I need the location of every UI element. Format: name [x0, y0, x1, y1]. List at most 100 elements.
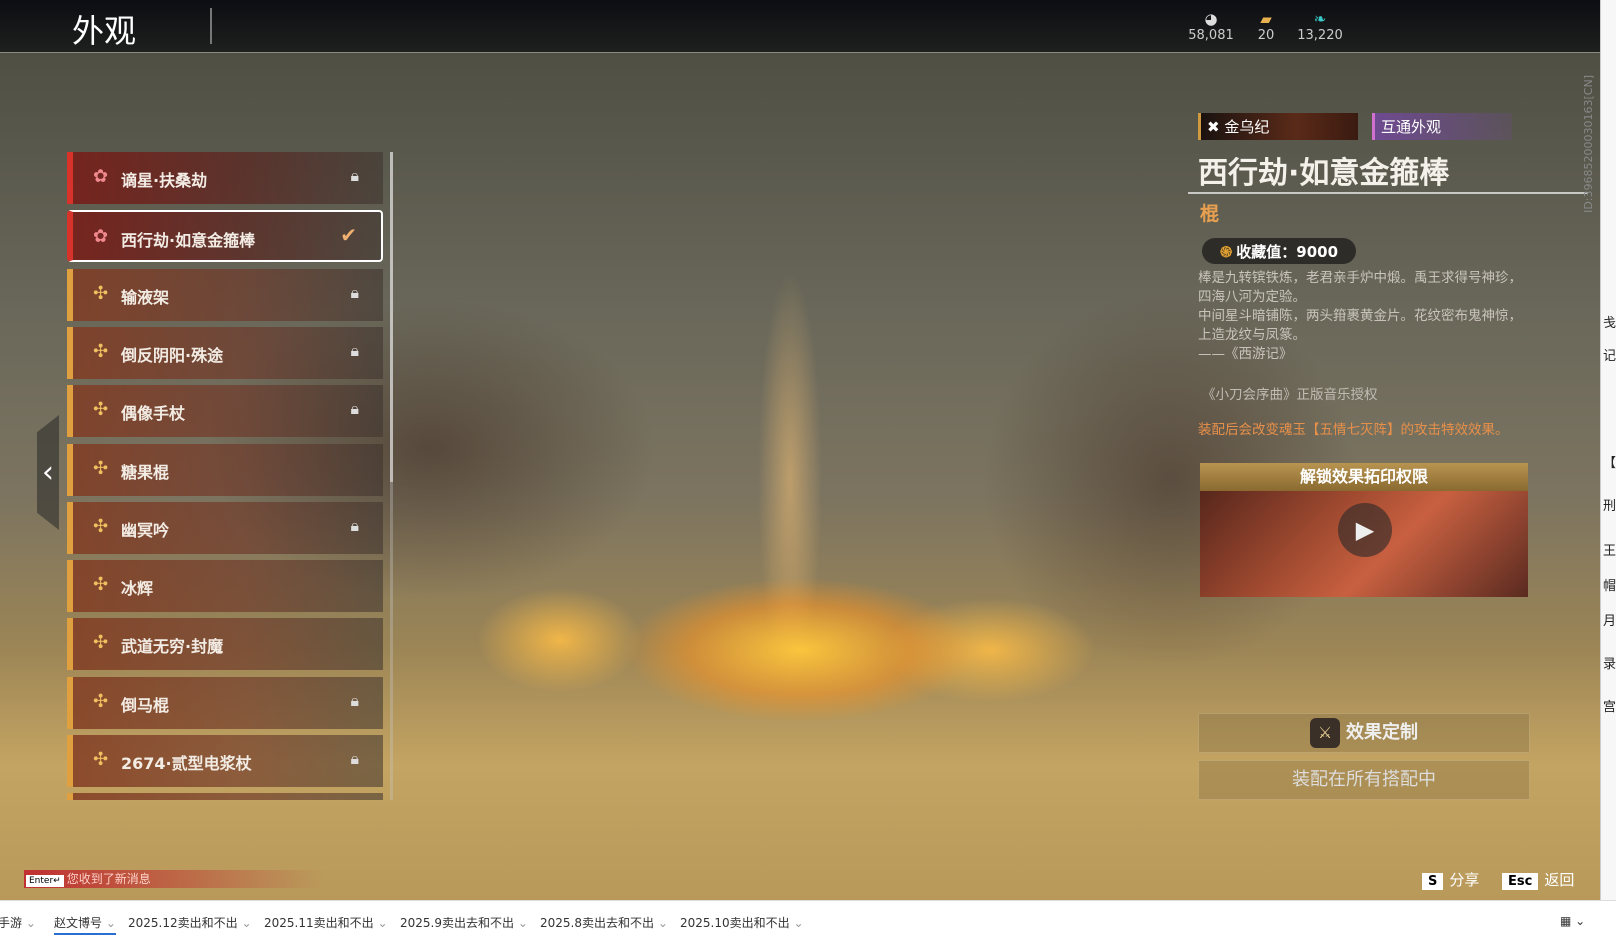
play-icon[interactable]: ▶	[1338, 503, 1392, 557]
sheet-tab-label: 2025.11卖出和不出	[264, 916, 374, 930]
equip-all-button[interactable]: 装配在所有搭配中	[1198, 760, 1530, 800]
list-item[interactable]: ✣ 幽冥吟 🔒︎	[67, 501, 383, 554]
game-viewport: 外观 ◕ 58,081 ▰ 20 ❧ 13,220 ‹ ✿ 谪星·扶桑劫 🔒︎ ✿ 西行劫·如…	[0, 0, 1600, 900]
item-label: 谪星·扶桑劫	[121, 171, 208, 190]
item-label: 武道无穷·封魔	[121, 637, 224, 657]
key-label: 返回	[1544, 871, 1575, 889]
list-item[interactable]: ✣ 武道无穷·封魔	[67, 618, 383, 671]
effect-note: 装配后会改变魂玉【五情七灭阵】的攻击特效效果。	[1198, 422, 1509, 438]
lock-icon: 🔒︎	[350, 690, 359, 710]
grid-view-icon[interactable]: ▦ ⌄	[1560, 914, 1585, 928]
check-icon: ✔	[340, 223, 357, 248]
sheet-tab[interactable]: 2025.8卖出去和不出 ⌄	[540, 914, 668, 931]
list-item[interactable]: ✣ 倒反阴阳·殊途 🔒︎	[67, 326, 383, 379]
cell-fragment: 戋	[1603, 316, 1616, 331]
key-hint: Esc	[1502, 873, 1539, 890]
sheet-tab-bar: 手游 ⌄ 赵文博号 ⌄ 2025.12卖出和不出 ⌄ 2025.11卖出和不出 ⌄ 20…	[0, 900, 1616, 939]
chevron-down-icon: ⌄	[657, 916, 668, 930]
key-hint: S	[1422, 873, 1444, 890]
flower-icon: ✣	[93, 282, 109, 304]
divider	[210, 8, 212, 44]
item-label: 倒反阴阳·殊途	[121, 345, 224, 365]
cell-fragment: 【报	[1603, 456, 1616, 471]
sheet-tab-label: 赵文博号	[54, 916, 103, 930]
series-icon: ✖	[1207, 118, 1225, 136]
item-type: 棍	[1200, 203, 1220, 225]
item-label: 幽冥吟	[121, 520, 170, 540]
sheet-tab[interactable]: 2025.12卖出和不出 ⌄	[128, 914, 252, 931]
sheet-tab[interactable]: 手游 ⌄	[0, 914, 36, 931]
currency-value: 13,220	[1297, 28, 1343, 43]
sheet-tab[interactable]: 2025.9卖出去和不出 ⌄	[400, 914, 528, 931]
lock-icon: 🔒︎	[350, 282, 359, 302]
list-item[interactable]	[67, 793, 383, 800]
flower-icon: ✣	[93, 574, 109, 596]
list-item[interactable]: ✿ 西行劫·如意金箍棒 ✔	[67, 210, 383, 263]
cell-fragment: 王儿	[1603, 544, 1616, 559]
sheet-tab-label: 2025.8卖出去和不出	[540, 916, 654, 930]
list-item[interactable]: ✣ 输液架 🔒︎	[67, 268, 383, 321]
cell-fragment: 宫(	[1603, 700, 1616, 715]
cell-fragment: 帽	[1603, 579, 1616, 594]
notice-text: 您收到了新消息	[66, 872, 151, 886]
item-label: 冰辉	[121, 579, 154, 599]
item-name: 西行劫·如意金箍棒	[1198, 156, 1450, 191]
flower-icon: ✣	[93, 690, 109, 712]
lock-icon: 🔒︎	[350, 515, 359, 535]
description-line: 中间星斗暗铺陈，两头箝裹黄金片。花纹密布鬼神惊，上造龙纹与凤篆。	[1198, 308, 1522, 343]
item-label: 输液架	[121, 287, 170, 307]
flower-icon: ✣	[93, 515, 109, 537]
return-button[interactable]: Esc 返回	[1502, 869, 1574, 890]
item-label: 倒马棍	[121, 695, 170, 715]
share-button[interactable]: S 分享	[1422, 869, 1479, 890]
currency-value: 58,081	[1188, 28, 1234, 43]
chevron-down-icon: ⌄	[517, 916, 528, 930]
description-source: ——《西游记》	[1198, 346, 1293, 362]
sheet-tab[interactable]: 2025.10卖出和不出 ⌄	[680, 914, 804, 931]
list-item[interactable]: ✣ 倒马棍 🔒︎	[67, 676, 383, 729]
sheet-tab[interactable]: 赵文博号 ⌄	[54, 914, 116, 935]
flower-icon: ✣	[93, 457, 109, 479]
video-title: 解锁效果拓印权限	[1200, 463, 1528, 491]
flower-icon: ✣	[93, 749, 109, 770]
music-license: 《小刀会序曲》正版音乐授权	[1202, 387, 1378, 403]
top-bar	[0, 0, 1600, 52]
flower-icon: ✣	[93, 399, 109, 421]
page-title: 外观	[72, 12, 137, 50]
chevron-down-icon: ⌄	[25, 916, 36, 930]
sheet-tab[interactable]: 2025.11卖出和不出 ⌄	[264, 914, 388, 931]
effect-video[interactable]: 解锁效果拓印权限 ▶	[1200, 463, 1528, 597]
collection-value: 收藏值：9000	[1236, 243, 1339, 261]
series-tag: ✖ 金乌纪	[1198, 113, 1358, 140]
flower-icon: ✣	[93, 632, 109, 654]
enter-key: Enter↵	[26, 875, 64, 887]
list-item[interactable]: ✣ 2674·贰型电浆杖 🔒︎	[67, 735, 383, 787]
flower-icon: ✣	[93, 340, 109, 362]
divider	[0, 52, 1600, 53]
back-arrow-button[interactable]: ‹	[37, 415, 59, 530]
star-icon: ✿	[93, 166, 109, 187]
sheet-tab-label: 手游	[0, 916, 23, 930]
list-item[interactable]: ✣ 糖果棍	[67, 443, 383, 496]
item-label: 偶像手杖	[121, 404, 186, 424]
lock-icon: 🔒︎	[350, 340, 359, 360]
scrollbar-thumb[interactable]	[390, 152, 393, 482]
ticket-icon: ▰	[1260, 10, 1272, 28]
message-notice[interactable]: Enter↵ 您收到了新消息	[24, 870, 324, 888]
appearance-list: ✿ 谪星·扶桑劫 🔒︎ ✿ 西行劫·如意金箍棒 ✔ ✣ 输液架 🔒︎ ✣ 倒反阴阳·殊途 🔒︎ ✣ 偶像手…	[67, 152, 385, 800]
list-item[interactable]: ✿ 谪星·扶桑劫 🔒︎	[67, 152, 383, 204]
list-item[interactable]: ✣ 偶像手杖 🔒︎	[67, 385, 383, 438]
chevron-down-icon: ⌄	[241, 916, 252, 930]
coin-icon: ◕	[1204, 10, 1218, 28]
chevron-down-icon: ⌄	[377, 916, 388, 930]
shared-tag: 互通外观	[1372, 113, 1512, 140]
key-label: 分享	[1449, 871, 1480, 889]
list-item[interactable]: ✣ 冰辉	[67, 560, 383, 613]
sheet-tab-label: 2025.12卖出和不出	[128, 916, 238, 930]
feather-icon: ❧	[1313, 10, 1327, 28]
button-label: 效果定制	[1346, 722, 1418, 743]
item-label: 2674·贰型电浆杖	[121, 754, 252, 773]
effect-custom-button[interactable]: ⚔ 效果定制	[1198, 713, 1530, 753]
cell-fragment: 月为	[1603, 614, 1616, 629]
currency-coin: ◕ 58,081	[1181, 10, 1241, 43]
